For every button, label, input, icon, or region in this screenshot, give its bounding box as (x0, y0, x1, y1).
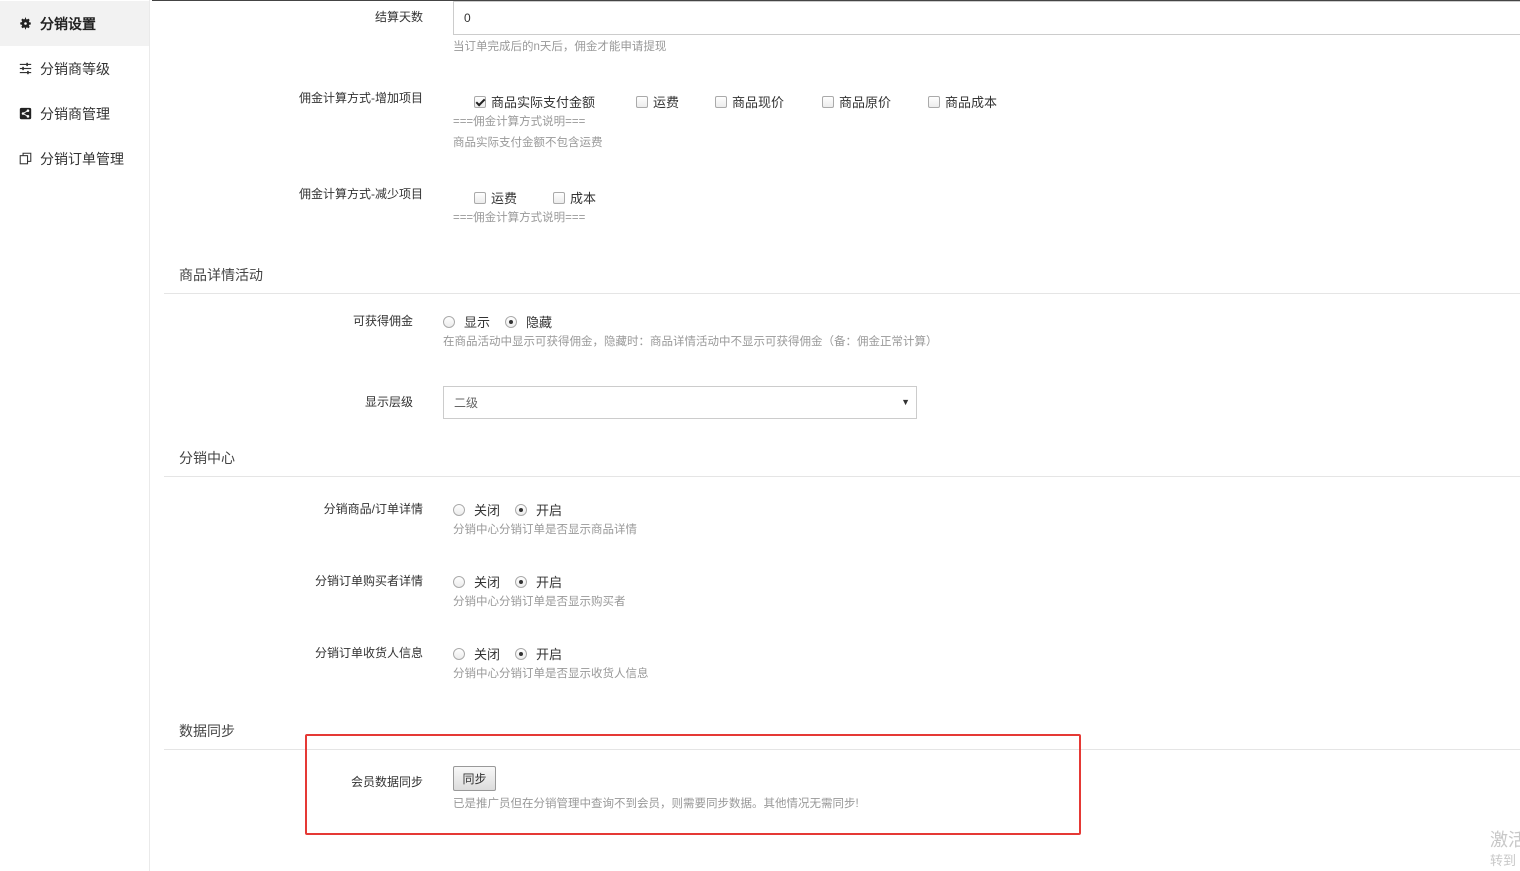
checkbox-box[interactable] (822, 95, 834, 108)
radio-show[interactable]: 显示 (443, 312, 490, 331)
sidebar-item-distribution-settings[interactable]: 分销设置 (0, 1, 149, 46)
share-icon (18, 107, 32, 121)
radio-hide[interactable]: 隐藏 (505, 312, 552, 331)
checkbox-label: 成本 (570, 191, 597, 206)
caret-down-icon: ▼ (901, 397, 910, 407)
watermark-line: 激活 (1490, 830, 1520, 850)
section-title-product-activity: 商品详情活动 (179, 267, 263, 283)
section-title-distribution-center: 分销中心 (179, 450, 235, 466)
display-level-select[interactable]: 二级 ▼ (443, 386, 917, 419)
commission-reduce-help: ===佣金计算方式说明=== (453, 212, 586, 224)
commission-add-label: 佣金计算方式-增加项目 (299, 91, 423, 105)
sidebar-item-label: 分销订单管理 (40, 150, 124, 167)
radio-product-detail-on[interactable]: 开启 (515, 500, 562, 519)
section-title-data-sync: 数据同步 (179, 723, 235, 739)
checkbox-box[interactable] (715, 95, 727, 108)
sidebar-item-distributor-levels[interactable]: 分销商等级 (0, 46, 149, 91)
checkbox-label: 商品原价 (839, 95, 892, 110)
sidebar-item-distribution-orders[interactable]: 分销订单管理 (0, 136, 149, 181)
sliders-icon (18, 62, 32, 76)
buyer-detail-label: 分销订单购买者详情 (314, 574, 423, 588)
radio-consignee-off[interactable]: 关闭 (453, 644, 500, 663)
radio-circle[interactable] (515, 575, 527, 588)
commission-add-help-title: ===佣金计算方式说明=== (453, 116, 586, 128)
checkbox-box[interactable] (474, 191, 486, 204)
checkbox-box[interactable] (928, 95, 940, 108)
radio-label: 开启 (536, 647, 563, 662)
radio-consignee-on[interactable]: 开启 (515, 644, 562, 663)
checkbox-label: 商品现价 (732, 95, 785, 110)
consignee-info-help: 分销中心分销订单是否显示收货人信息 (453, 668, 649, 680)
radio-label: 关闭 (474, 575, 501, 590)
radio-label: 开启 (536, 503, 563, 518)
radio-buyer-detail-off[interactable]: 关闭 (453, 572, 500, 591)
radio-label: 关闭 (474, 647, 501, 662)
commission-visible-help: 在商品活动中显示可获得佣金，隐藏时：商品详情活动中不显示可获得佣金（备：佣金正常… (443, 336, 938, 348)
sidebar-item-label: 分销商管理 (40, 105, 110, 122)
radio-product-detail-off[interactable]: 关闭 (453, 500, 500, 519)
radio-label: 关闭 (474, 503, 501, 518)
radio-circle[interactable] (515, 647, 527, 660)
product-order-detail-label: 分销商品/订单详情 (323, 502, 423, 516)
watermark-line: 转到 (1490, 853, 1517, 868)
checkbox-label: 商品成本 (945, 95, 998, 110)
commission-add-help-text: 商品实际支付金额不包含运费 (453, 137, 603, 149)
buyer-detail-help: 分销中心分销订单是否显示购买者 (453, 596, 626, 608)
radio-circle[interactable] (505, 315, 517, 328)
radio-label: 显示 (464, 315, 491, 330)
consignee-info-label: 分销订单收货人信息 (314, 646, 423, 660)
radio-circle[interactable] (453, 503, 465, 516)
checkbox-reduce-cost[interactable]: 成本 (553, 188, 596, 207)
radio-circle[interactable] (515, 503, 527, 516)
sidebar-item-label: 分销设置 (40, 15, 96, 32)
sidebar-item-label: 分销商等级 (40, 60, 110, 77)
checkbox-label: 运费 (653, 95, 680, 110)
checkbox-box[interactable] (553, 191, 565, 204)
highlight-box (305, 734, 1081, 835)
checkbox-cost[interactable]: 商品成本 (928, 92, 997, 111)
checkbox-actual-payment[interactable]: 商品实际支付金额 (474, 92, 595, 111)
commission-reduce-label: 佣金计算方式-减少项目 (299, 187, 423, 201)
select-value: 二级 (454, 396, 479, 410)
checkbox-shipping-fee[interactable]: 运费 (636, 92, 679, 111)
sidebar-item-distributor-management[interactable]: 分销商管理 (0, 91, 149, 136)
checkbox-label: 商品实际支付金额 (491, 95, 596, 110)
radio-circle[interactable] (443, 315, 455, 328)
radio-circle[interactable] (453, 575, 465, 588)
checkbox-current-price[interactable]: 商品现价 (715, 92, 784, 111)
radio-buyer-detail-on[interactable]: 开启 (515, 572, 562, 591)
radio-label: 隐藏 (526, 315, 553, 330)
checkbox-box[interactable] (474, 95, 486, 108)
sidebar: 分销设置 分销商等级 分销商管理 分销订单管理 (0, 0, 150, 871)
gear-icon (18, 17, 32, 31)
checkbox-box[interactable] (636, 95, 648, 108)
radio-circle[interactable] (453, 647, 465, 660)
section-divider (164, 476, 1520, 477)
checkbox-label: 运费 (491, 191, 518, 206)
radio-label: 开启 (536, 575, 563, 590)
settlement-days-label: 结算天数 (374, 10, 423, 24)
product-order-detail-help: 分销中心分销订单是否显示商品详情 (453, 524, 637, 536)
settlement-days-input[interactable]: 0 (453, 1, 1520, 35)
checkbox-original-price[interactable]: 商品原价 (822, 92, 891, 111)
checkbox-reduce-shipping[interactable]: 运费 (474, 188, 517, 207)
commission-visible-label: 可获得佣金 (352, 314, 413, 328)
activation-watermark: 激活 转到 (1490, 828, 1520, 870)
settlement-days-help: 当订单完成后的n天后，佣金才能申请提现 (453, 41, 667, 53)
display-level-label: 显示层级 (364, 395, 413, 409)
section-divider (164, 293, 1520, 294)
copy-icon (18, 152, 32, 166)
